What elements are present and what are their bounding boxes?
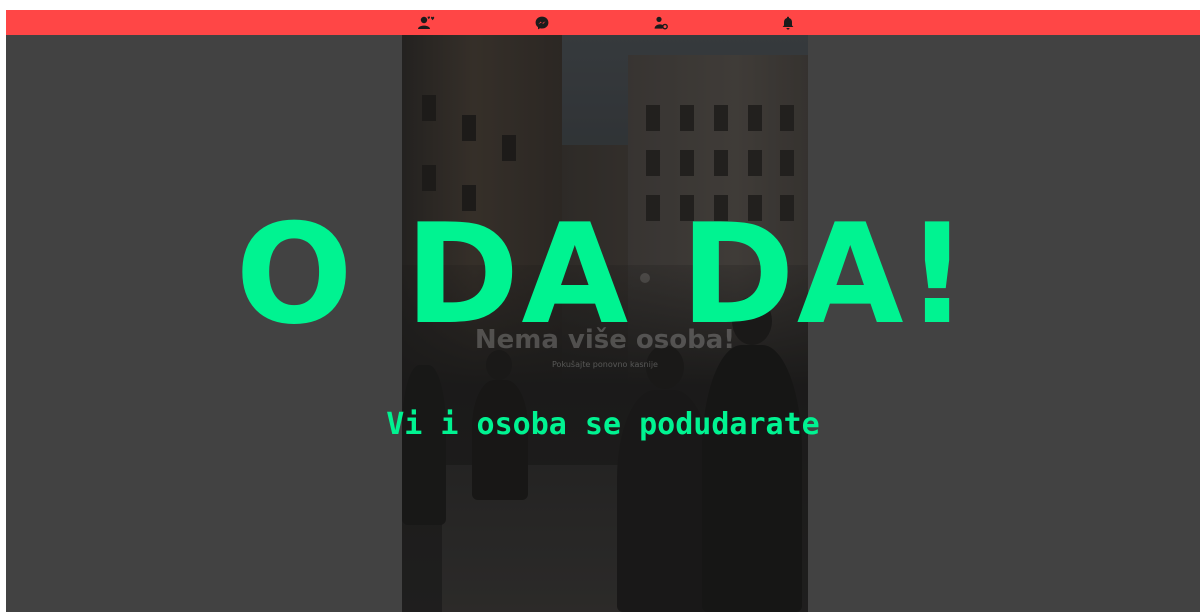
profile-settings-icon[interactable] xyxy=(646,10,676,35)
matches-people-icon[interactable] xyxy=(412,10,442,35)
top-navigation-bar xyxy=(6,10,1200,35)
match-subtitle: Vi i osoba se podudarate xyxy=(386,407,820,442)
match-overlay: O DA DA! Vi i osoba se podudarate xyxy=(6,10,1200,612)
app-page: Nema više osoba! Pokušajte ponovno kasni… xyxy=(6,10,1200,612)
match-title: O DA DA! xyxy=(235,194,971,355)
messenger-icon[interactable] xyxy=(527,10,557,35)
notifications-bell-icon[interactable] xyxy=(773,10,803,35)
